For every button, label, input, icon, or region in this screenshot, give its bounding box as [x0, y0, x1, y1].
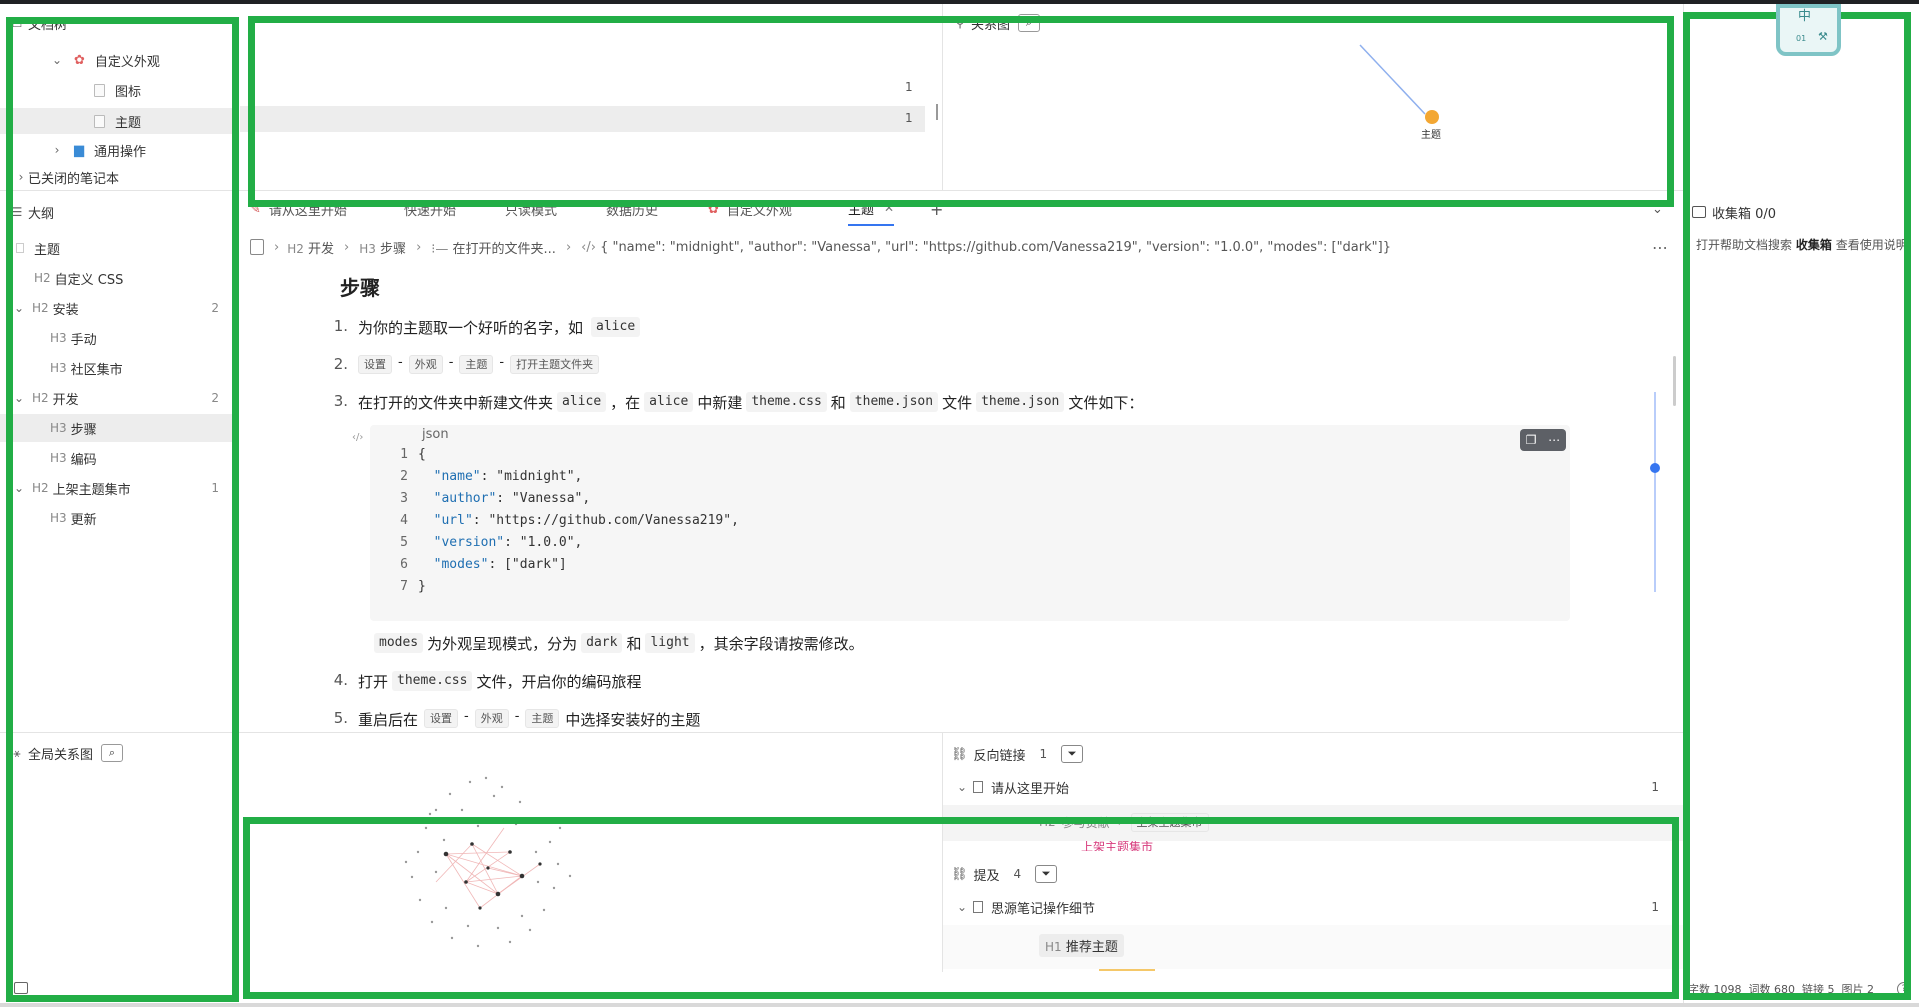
step-4: 4. 打开 theme.css 文件，开启你的编码旅程 — [333, 671, 642, 691]
copy-icon[interactable]: ❐ — [1526, 433, 1537, 447]
filter-icon[interactable]: ⏷ — [1035, 865, 1058, 883]
filter-icon[interactable]: ⏷ — [1061, 745, 1084, 763]
chevron-down-icon[interactable]: ⌄ — [955, 900, 969, 914]
sidebar-toggle-icon[interactable] — [14, 982, 28, 994]
mention-doc[interactable]: ⌄ 思源笔记操作细节 1 — [955, 895, 1683, 919]
editor-content: 步骤 1. 为你的主题取一个好听的名字，如 alice 2. 设置 - 外观 -… — [0, 0, 1683, 732]
editor-scrollbar[interactable] — [1673, 356, 1676, 406]
wrench-icon[interactable]: ⚒ — [1818, 30, 1828, 43]
backlinks-title: 反向链接 — [973, 748, 1026, 764]
mentions-count: 4 — [1013, 867, 1022, 881]
status-bar: 字数 1098 词数 680 链接 5 图片 2 ? — [1684, 978, 1919, 1000]
doc-icon — [973, 901, 983, 913]
backlink-doc[interactable]: ⌄ 请从这里开始 1 — [955, 775, 1683, 799]
global-graph-title: 全局关系图 — [28, 747, 94, 763]
step-2: 2. 设置 - 外观 - 主题 - 打开主题文件夹 — [320, 355, 600, 374]
more-icon[interactable]: ⋯ — [1548, 433, 1560, 447]
code-block-icon[interactable]: ‹/› — [352, 432, 363, 443]
scroll-track — [1654, 392, 1656, 592]
inbox-title: 收集箱 0/0 — [1712, 206, 1777, 222]
ime-sub: 01 — [1796, 34, 1807, 43]
step-1: 1. 为你的主题取一个好听的名字，如 alice — [320, 317, 641, 338]
graph-icon: ⚹ — [13, 745, 21, 760]
mention-heading[interactable]: H1 推荐主题 — [1039, 933, 1124, 957]
step-5: 5. 重启后在 设置 - 外观 - 主题 中选择安装好的主题 — [333, 709, 701, 729]
global-graph-header: ⚹ 全局关系图 ⌕ — [10, 742, 124, 764]
backlink-red-text: 上架主题集市 — [1081, 841, 1154, 851]
mentions-title: 提及 — [973, 868, 1000, 884]
section-heading: 步骤 — [340, 276, 380, 300]
search-icon[interactable]: ⌕ — [101, 744, 124, 762]
help-icon[interactable]: ? — [1897, 982, 1911, 996]
doc-icon — [973, 781, 983, 793]
chevron-down-icon[interactable]: ⌄ — [955, 780, 969, 794]
backlinks-count: 1 — [1039, 747, 1048, 761]
scroll-thumb[interactable] — [1650, 463, 1660, 473]
floating-tool-widget[interactable]: 中 01 ⚒ — [1776, 4, 1841, 56]
ime-indicator: 中 — [1798, 9, 1812, 24]
mention-marker — [1099, 969, 1155, 971]
inbox-icon — [1692, 206, 1706, 218]
step-3: 3. 在打开的文件夹中新建文件夹 alice ，在 alice 中新建 them… — [333, 392, 1144, 412]
modes-note: modes 为外观呈现模式，分为 dark 和 light ，其余字段请按需修改… — [374, 633, 864, 654]
link-icon: ⛓ — [951, 866, 968, 882]
bottom-edge — [0, 1003, 1919, 1007]
backlinks-panel: ⛓ 反向链接 1 ⏷ ⌄ 请从这里开始 1 H2 参与贡献 › 上架主题集市 上… — [943, 733, 1683, 973]
code-block[interactable]: json ❐ ⋯ 1{ 2 "name": "midnight", 3 "auth… — [370, 425, 1570, 621]
global-graph-canvas[interactable] — [240, 732, 940, 972]
code-block-actions[interactable]: ❐ ⋯ — [1520, 429, 1566, 451]
link-icon: ⛓ — [951, 746, 968, 762]
inbox-help: 打开帮助文档搜索 收集箱 查看使用说明 — [1696, 238, 1908, 252]
inbox-panel: 收集箱 0/0 打开帮助文档搜索 收集箱 查看使用说明 — [1684, 192, 1919, 732]
code-lang: json — [422, 427, 449, 442]
